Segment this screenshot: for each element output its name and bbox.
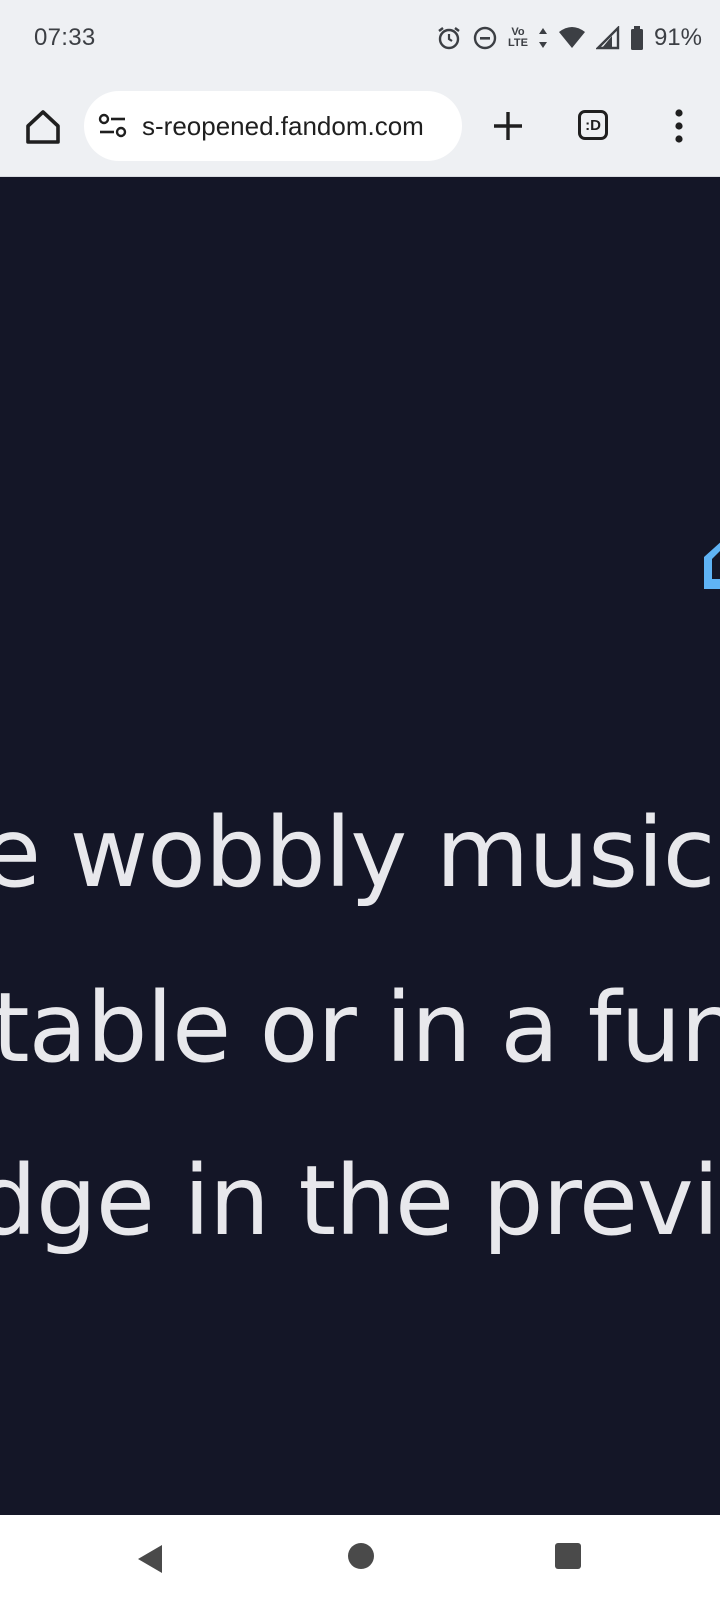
tab-count: :D (585, 116, 601, 134)
battery-icon (630, 26, 643, 50)
more-menu-icon[interactable] (664, 106, 694, 146)
address-bar[interactable]: s-reopened.fandom.com (84, 91, 462, 161)
signal-icon (595, 26, 620, 50)
url-text[interactable]: s-reopened.fandom.com (142, 111, 424, 142)
home-circle-icon[interactable] (348, 1543, 374, 1569)
tab-switcher-icon[interactable]: :D (578, 110, 608, 140)
status-time: 07:33 (34, 24, 96, 51)
site-settings-icon[interactable] (98, 113, 128, 139)
status-bar: 07:33 Vo LTE 91% (0, 0, 720, 78)
alarm-icon (438, 27, 460, 50)
web-content: e wobbly music, v table or in a func dge… (0, 177, 720, 1515)
content-line-2: table or in a func (0, 972, 720, 1084)
dnd-icon (473, 26, 497, 50)
battery-percent: 91% (653, 24, 702, 51)
house-icon (704, 542, 720, 589)
volte-label-bottom: LTE (507, 37, 528, 49)
recents-icon[interactable] (555, 1543, 581, 1569)
home-icon[interactable] (22, 106, 64, 148)
wifi-icon (558, 27, 585, 48)
back-icon[interactable] (136, 1543, 164, 1575)
system-nav-bar (0, 1515, 720, 1600)
browser-toolbar: s-reopened.fandom.com :D (0, 78, 720, 177)
volte-icon: Vo LTE (508, 27, 528, 49)
data-arrows-icon (538, 28, 547, 48)
new-tab-icon[interactable] (488, 106, 528, 146)
content-line-1: e wobbly music, v (0, 797, 720, 909)
status-icons: Vo LTE 91% (436, 22, 702, 54)
content-line-3: dge in the previo (0, 1145, 720, 1257)
